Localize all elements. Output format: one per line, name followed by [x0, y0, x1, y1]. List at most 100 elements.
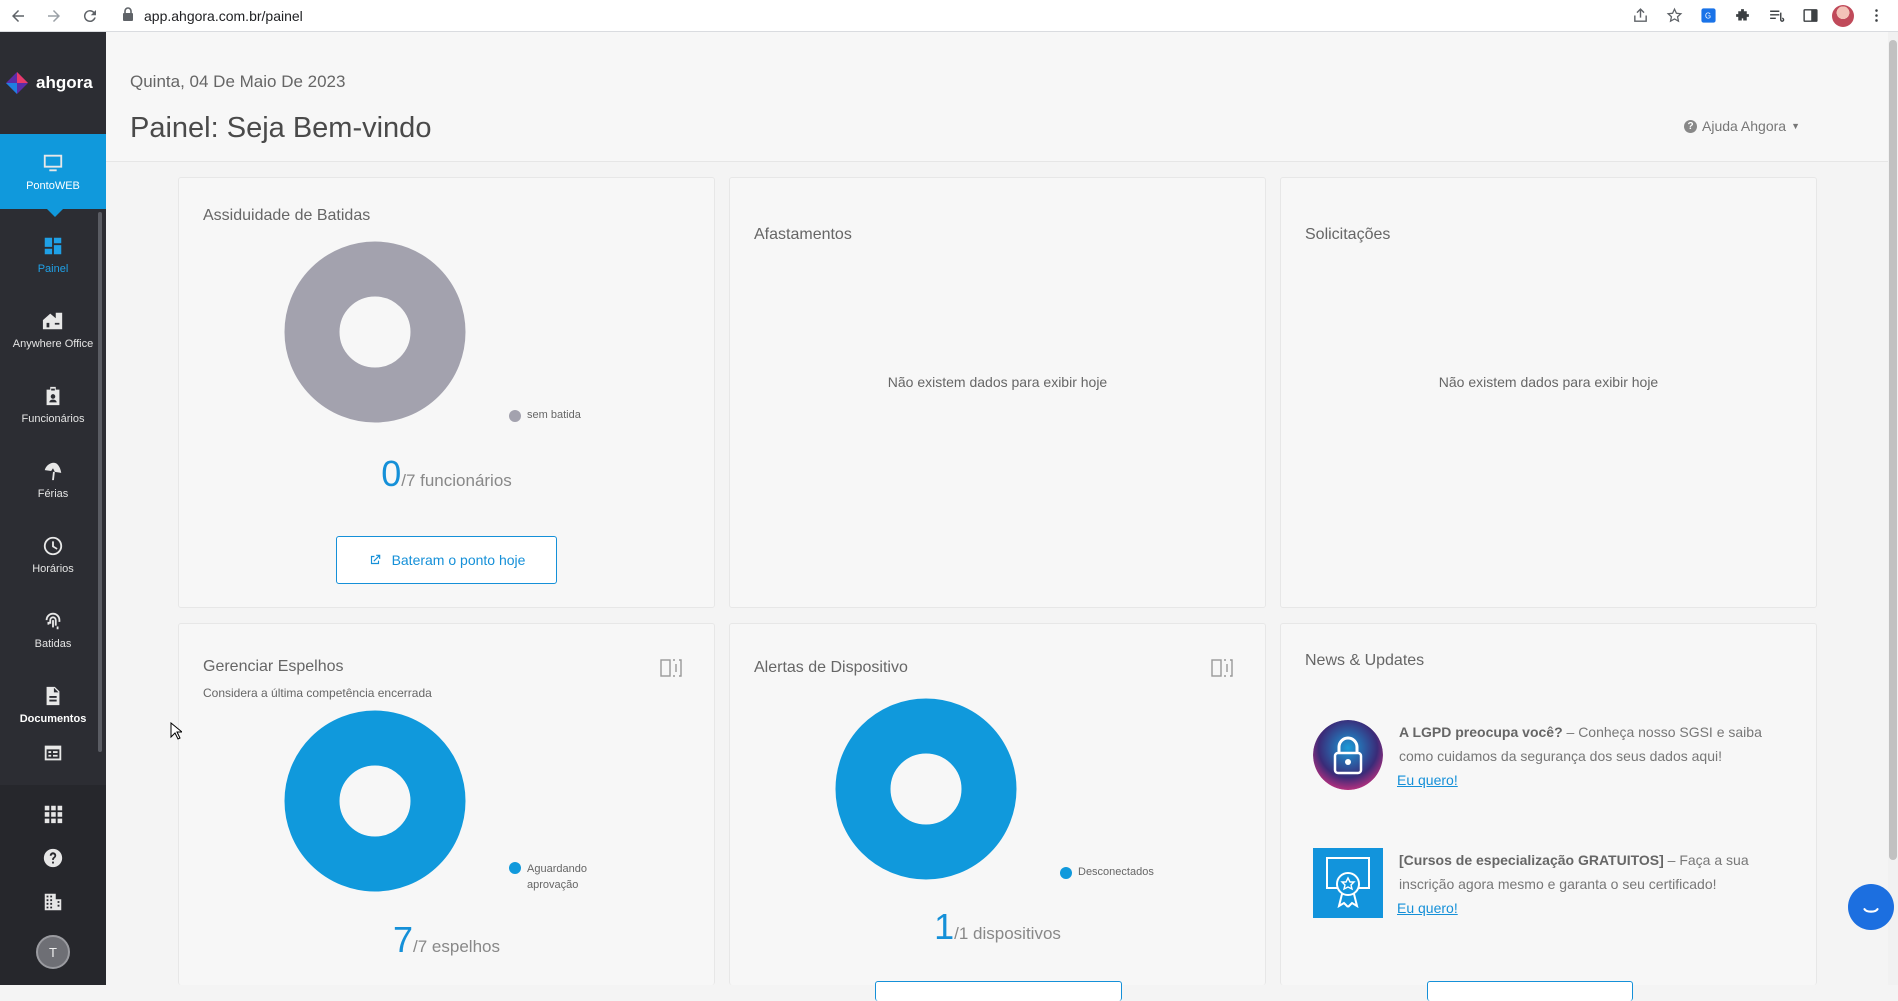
chat-widget-button[interactable]: [1848, 884, 1894, 930]
sidebar-item-batidas[interactable]: Batidas: [0, 592, 106, 667]
sidebar-item-label: Painel: [37, 262, 69, 275]
news-headline: A LGPD preocupa você?: [1399, 724, 1563, 740]
reload-icon: [83, 9, 96, 22]
expand-panel-icon[interactable]: [1211, 658, 1233, 678]
sidebar-item-label: Funcionários: [21, 412, 85, 425]
legend-label: Desconectados: [1078, 866, 1154, 878]
reading-list-icon[interactable]: [1764, 4, 1788, 28]
browser-toolbar: app.ahgora.com.br/painel G: [0, 0, 1898, 32]
sidebar-item-more[interactable]: [0, 742, 106, 782]
sidebar-item-ferias[interactable]: Férias: [0, 442, 106, 517]
clock-icon: [43, 536, 63, 555]
chat-smile-icon: [1863, 908, 1879, 913]
sidebar-footer: T: [0, 785, 106, 985]
count-value: 0: [381, 453, 402, 494]
certificate-thumbnail: [1313, 848, 1383, 918]
legend-dot: [509, 862, 521, 874]
count-value: 1: [934, 906, 955, 947]
card-solicitacoes: Solicitações Não existem dados para exib…: [1280, 177, 1817, 608]
count-suffix: /1 dispositivos: [954, 924, 1061, 943]
card-alertas-dispositivo: Alertas de Dispositivo Desconectados 1/1…: [729, 623, 1266, 1001]
share-icon[interactable]: [1628, 4, 1652, 28]
card-title: Gerenciar Espelhos: [203, 658, 344, 675]
page-title: Painel: Seja Bem-vindo: [130, 112, 432, 144]
ahgora-logo[interactable]: ahgora: [0, 32, 106, 134]
card-title: Solicitações: [1305, 226, 1391, 243]
ahgora-logo-mark-icon: [6, 72, 28, 94]
extensions-icon[interactable]: [1730, 4, 1754, 28]
card-gerenciar-espelhos: Gerenciar Espelhos Considera a última co…: [178, 623, 715, 985]
arrow-right-icon: [48, 9, 60, 22]
home-office-icon: [42, 312, 63, 329]
news-item: A LGPD preocupa você? – Conheça nosso SG…: [1313, 720, 1783, 792]
building-icon[interactable]: [42, 891, 64, 913]
assiduidade-donut-chart: [284, 241, 466, 423]
lock-icon: [122, 7, 134, 24]
news-more-button[interactable]: [1427, 981, 1633, 1001]
sidebar-scrollbar[interactable]: [98, 212, 102, 752]
page-header: Quinta, 04 De Maio De 2023 Painel: Seja …: [106, 32, 1888, 162]
empty-state-message: Não existem dados para exibir hoje: [887, 374, 1108, 390]
arrow-left-icon: [12, 9, 24, 22]
profile-avatar[interactable]: [1832, 4, 1854, 27]
forward-button[interactable]: [36, 2, 72, 30]
page-scrollbar-thumb[interactable]: [1889, 40, 1897, 860]
card-afastamentos: Afastamentos Não existem dados para exib…: [729, 177, 1266, 608]
address-bar[interactable]: app.ahgora.com.br/painel: [122, 3, 1628, 29]
card-assiduidade: Assiduidade de Batidas sem batida 0/7 fu…: [178, 177, 715, 608]
chart-legend: Desconectados: [1060, 866, 1154, 879]
chart-legend: Aguardando aprovação: [509, 861, 619, 893]
bateram-ponto-button[interactable]: Bateram o ponto hoje: [336, 536, 557, 584]
translate-icon[interactable]: G: [1696, 4, 1720, 28]
user-avatar[interactable]: T: [36, 935, 70, 969]
side-panel-icon[interactable]: [1798, 4, 1822, 28]
legend-label: sem batida: [527, 409, 581, 421]
lgpd-lock-thumbnail: [1313, 720, 1383, 790]
url-text: app.ahgora.com.br/painel: [144, 7, 303, 24]
kebab-menu-icon[interactable]: [1864, 4, 1888, 28]
card-subtitle: Considera a última competência encerrada: [203, 686, 432, 700]
donut-segment-desconectados: [835, 698, 1017, 880]
fingerprint-icon: [45, 612, 61, 629]
legend-dot: [1060, 867, 1072, 879]
dispositivos-button[interactable]: [875, 981, 1122, 1001]
help-circle-icon[interactable]: [42, 847, 64, 869]
chart-legend: sem batida: [509, 409, 581, 422]
svg-text:G: G: [1704, 11, 1710, 20]
espelhos-donut-chart: [284, 710, 466, 892]
beach-umbrella-icon: [44, 462, 62, 480]
sidebar-item-label: Horários: [32, 562, 74, 575]
help-dropdown[interactable]: ? Ajuda Ahgora ▼: [1684, 118, 1800, 134]
sidebar-item-documentos[interactable]: Documentos: [0, 667, 106, 742]
expand-panel-icon[interactable]: [660, 658, 682, 678]
sidebar-item-horarios[interactable]: Horários: [0, 517, 106, 592]
reload-button[interactable]: [72, 2, 108, 30]
news-text: A LGPD preocupa você? – Conheça nosso SG…: [1397, 720, 1783, 792]
apps-grid-icon[interactable]: [42, 803, 64, 825]
sidebar-item-label: Batidas: [34, 637, 72, 650]
sidebar-item-pontoweb[interactable]: PontoWEB: [0, 134, 106, 217]
sidebar-item-anywhere-office[interactable]: Anywhere Office: [0, 292, 106, 367]
legend-dot: [509, 410, 521, 422]
sidebar-item-label: Documentos: [19, 712, 87, 725]
card-news-updates: News & Updates A LGPD preocupa você? – C…: [1280, 623, 1817, 1001]
help-label: Ajuda Ahgora: [1702, 118, 1787, 134]
document-icon: [46, 686, 60, 705]
caret-down-icon: ▼: [1791, 121, 1800, 131]
count-value: 7: [393, 919, 414, 960]
sidebar-item-label: PontoWEB: [26, 179, 80, 192]
count-suffix: /7 espelhos: [413, 937, 500, 956]
dashboard-icon: [44, 237, 62, 254]
sidebar-item-painel[interactable]: Painel: [0, 217, 106, 292]
sidebar-item-label: Anywhere Office: [12, 337, 94, 350]
current-date: Quinta, 04 De Maio De 2023: [130, 72, 346, 91]
news-link[interactable]: Eu quero!: [1397, 896, 1458, 920]
back-button[interactable]: [0, 2, 36, 30]
card-title: Alertas de Dispositivo: [754, 659, 908, 676]
external-link-icon: [370, 554, 380, 565]
legend-label: Aguardando aprovação: [527, 863, 587, 891]
mouse-cursor-icon: [170, 722, 182, 740]
bookmark-star-icon[interactable]: [1662, 4, 1686, 28]
news-link[interactable]: Eu quero!: [1397, 768, 1458, 792]
sidebar-item-funcionarios[interactable]: Funcionários: [0, 367, 106, 442]
